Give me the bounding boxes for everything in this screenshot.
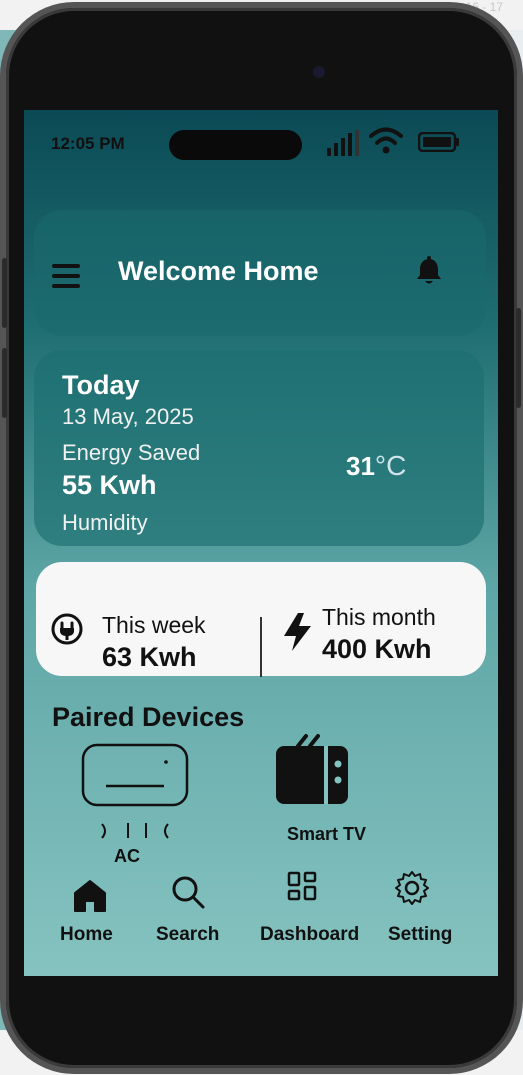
airflow-icon [101,823,169,839]
page-title: Welcome Home [118,256,319,286]
battery-icon [418,132,459,152]
month-usage-value: 400 Kwh [322,634,432,664]
bell-icon[interactable] [414,256,444,286]
gear-icon[interactable] [394,870,430,906]
week-usage-value: 63 Kwh [102,642,197,672]
volume-down-button [2,348,7,418]
week-usage-label: This week [102,612,206,638]
nav-dashboard[interactable]: Dashboard [260,924,359,946]
volume-up-button [2,258,7,328]
status-time: 12:05 PM [51,134,125,153]
weather-date: 13 May, 2025 [62,404,194,429]
temperature-value: 31 [346,451,375,481]
wifi-icon [369,127,403,154]
nav-search[interactable]: Search [156,924,219,946]
energy-saved-value: 55 Kwh [62,470,157,500]
nav-setting[interactable]: Setting [388,924,452,946]
tv-icon[interactable] [274,732,350,808]
air-conditioner-icon[interactable] [80,742,190,820]
signal-icon [327,130,359,156]
month-usage-label: This month [322,604,436,630]
temperature-unit: °C [374,450,407,481]
device-label-smart-tv: Smart TV [287,824,367,844]
power-button [516,308,521,408]
status-bar: 12:05 PM [24,110,498,170]
front-camera [313,66,325,78]
temperature-readout: 31°C [346,450,406,482]
energy-saved-label: Energy Saved [62,440,201,465]
home-icon[interactable] [72,878,108,914]
device-label-ac: AC [114,846,140,866]
usage-divider [260,617,262,677]
dashboard-icon[interactable] [284,870,320,906]
humidity-label: Humidity [62,510,148,535]
search-icon[interactable] [170,874,206,910]
weather-card: Today 13 May, 2025 Energy Saved 55 Kwh H… [34,350,484,546]
weather-heading: Today [62,370,140,400]
header-card: Welcome Home [34,210,486,336]
energy-usage-card: This week 63 Kwh This month 400 Kwh [36,562,486,677]
lightning-icon [284,613,311,651]
dynamic-island [169,130,302,160]
plug-icon [51,613,83,645]
nav-home[interactable]: Home [60,924,113,946]
paired-devices-title: Paired Devices [52,702,245,732]
menu-icon[interactable] [52,264,80,288]
app-screen: 12:05 PM Welcome Home Today 13 May, 2025… [24,110,498,976]
